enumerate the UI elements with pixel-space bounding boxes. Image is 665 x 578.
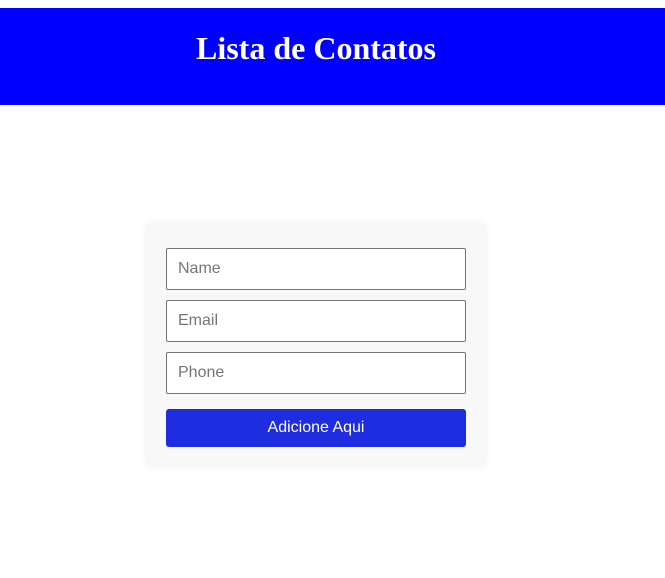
email-input[interactable] xyxy=(166,300,466,342)
add-contact-button[interactable]: Adicione Aqui xyxy=(166,409,466,447)
page-header: Lista de Contatos xyxy=(0,8,665,105)
phone-input[interactable] xyxy=(166,352,466,394)
page-title: Lista de Contatos xyxy=(195,30,436,66)
name-input[interactable] xyxy=(166,248,466,290)
contact-form: Adicione Aqui xyxy=(146,222,486,467)
